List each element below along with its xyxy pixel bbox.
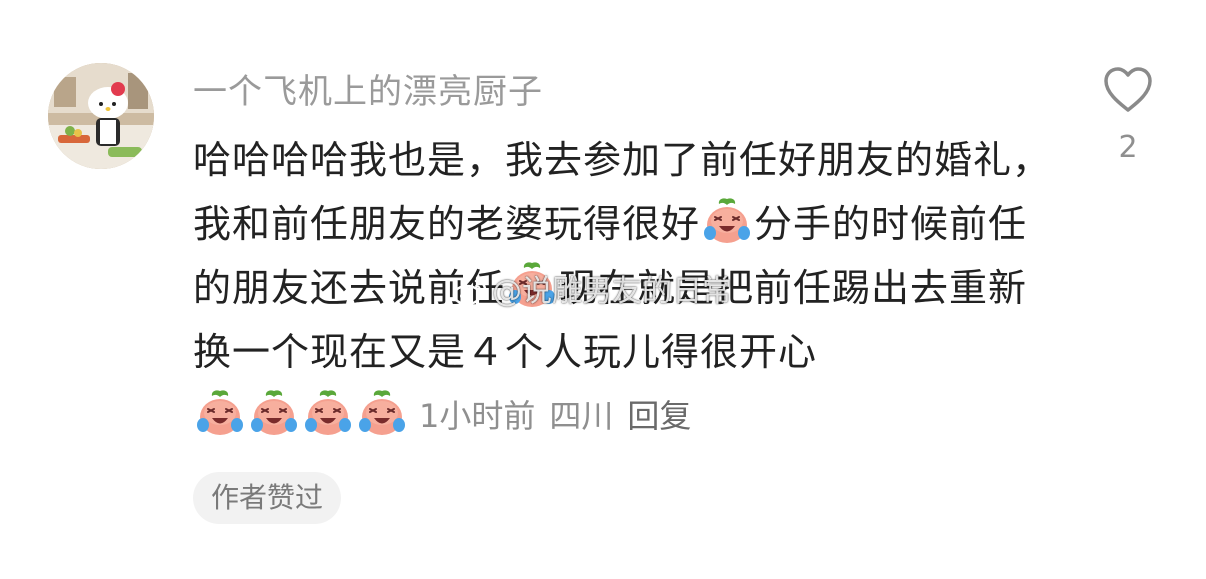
comment-time: 1小时前: [419, 397, 536, 435]
like-button[interactable]: 2: [1098, 66, 1158, 168]
author-liked-badge: 作者赞过: [193, 472, 342, 524]
comment-meta: 1小时前 四川 回复: [419, 397, 691, 435]
crying-laughing-emoji: [251, 390, 297, 435]
avatar[interactable]: [48, 63, 154, 169]
comment-location: 四川: [549, 397, 614, 435]
weibo-icon: [452, 279, 487, 306]
reply-button[interactable]: 回复: [627, 397, 691, 435]
heart-icon: [1104, 67, 1152, 112]
crying-laughing-emoji: [197, 390, 243, 435]
crying-laughing-emoji: [704, 198, 751, 243]
crying-laughing-emoji: [359, 390, 405, 435]
watermark-text: @说雕男友的日常: [492, 274, 732, 309]
comment-item: 一个飞机上的漂亮厨子 哈哈哈哈我也是，我去参加了前任好朋友的婚礼，我和前任朋友的…: [0, 0, 1206, 579]
like-count: 2: [1118, 130, 1138, 165]
crying-laughing-emoji: [305, 390, 351, 435]
watermark: @说雕男友的日常: [452, 272, 732, 312]
username[interactable]: 一个飞机上的漂亮厨子: [193, 68, 543, 116]
